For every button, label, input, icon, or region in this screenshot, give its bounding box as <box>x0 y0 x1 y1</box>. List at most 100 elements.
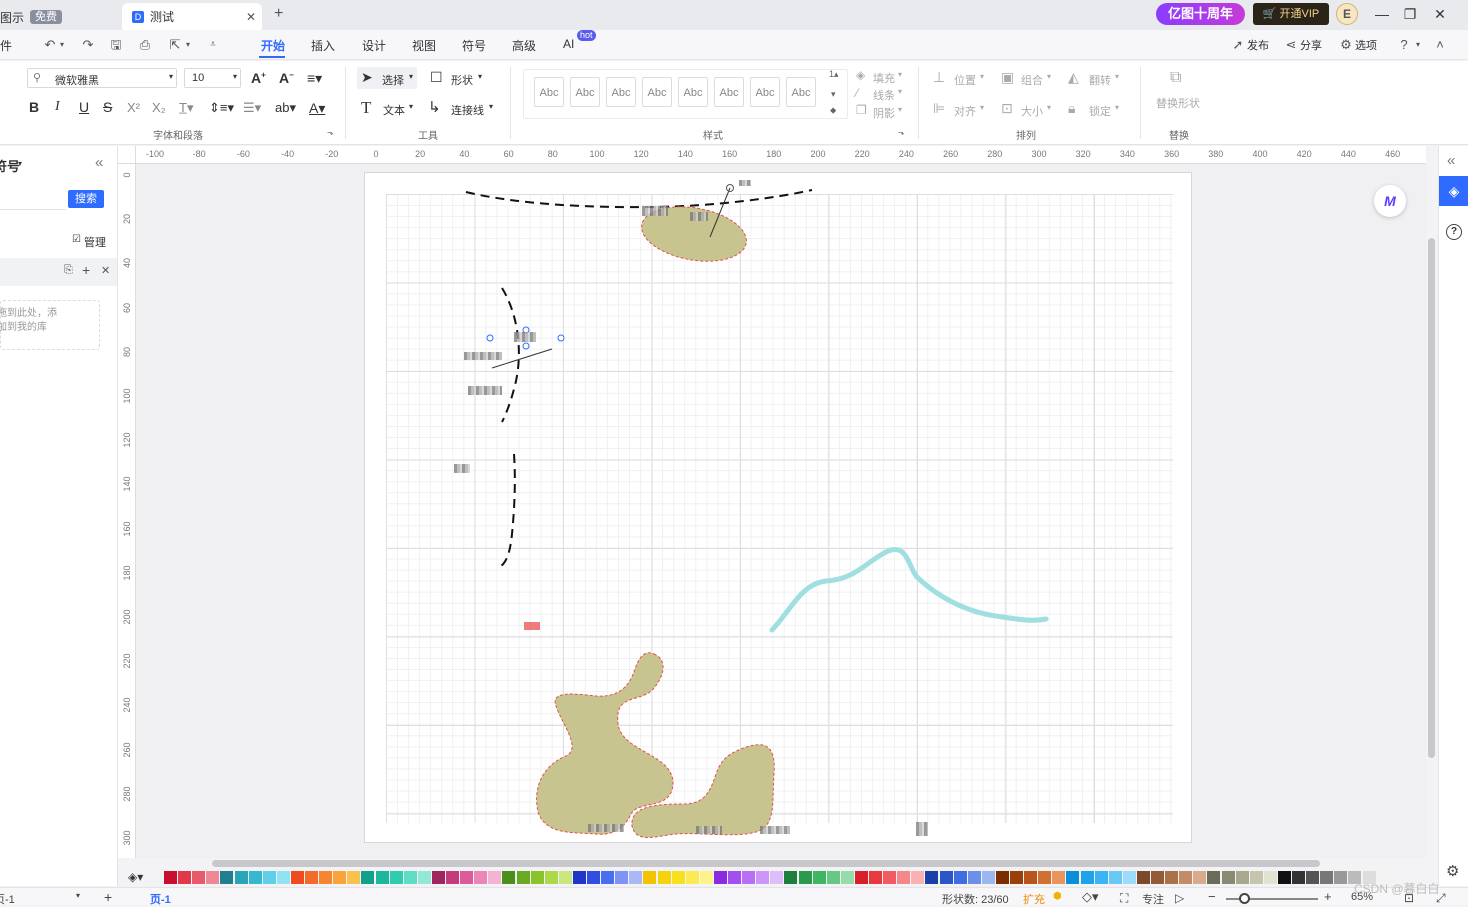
color-swatch[interactable] <box>319 871 333 884</box>
close-window-icon[interactable]: ✕ <box>1430 5 1450 23</box>
font-size-select[interactable]: 10 ▾ <box>184 68 241 88</box>
tab-active-document[interactable]: D 测试 ✕ <box>122 3 262 30</box>
color-swatch[interactable] <box>671 871 685 884</box>
text-tool-button[interactable]: 文本 <box>383 102 405 118</box>
customize-toolbar-icon[interactable]: ⩡ <box>205 37 221 53</box>
share-button[interactable]: 分享 <box>1300 37 1322 53</box>
color-swatch[interactable] <box>431 871 445 884</box>
color-swatch[interactable] <box>1249 871 1263 884</box>
color-swatch[interactable] <box>1179 871 1193 884</box>
color-swatch[interactable] <box>615 871 629 884</box>
color-swatch[interactable] <box>1122 871 1136 884</box>
color-swatch[interactable] <box>234 871 248 884</box>
color-swatch[interactable] <box>854 871 868 884</box>
dashed-road-left-upper[interactable] <box>501 287 520 423</box>
fill-button[interactable]: 填充 <box>873 70 895 86</box>
vip-button[interactable]: 🛒 开通VIP <box>1253 3 1329 25</box>
color-swatch[interactable] <box>699 871 713 884</box>
horizontal-scrollbar[interactable] <box>212 860 1320 867</box>
color-swatch[interactable] <box>290 871 304 884</box>
publish-button[interactable]: 发布 <box>1247 37 1269 53</box>
color-swatch[interactable] <box>869 871 882 884</box>
color-swatch[interactable] <box>389 871 403 884</box>
export-icon[interactable]: ⇱ <box>167 37 183 53</box>
style-preset-7[interactable]: Abc <box>750 77 780 107</box>
manage-button[interactable]: 管理 <box>84 234 106 250</box>
tab-home-document[interactable]: 图示 免费 <box>0 4 118 30</box>
print-icon[interactable]: ⎙ <box>137 37 153 53</box>
help-dropdown-icon[interactable]: ▾ <box>1414 37 1422 53</box>
style-preset-4[interactable]: Abc <box>642 77 672 107</box>
color-swatch[interactable] <box>1010 871 1023 884</box>
canvas-area[interactable] <box>136 164 1426 858</box>
color-swatch[interactable] <box>1235 871 1249 884</box>
zoom-in-icon[interactable]: + <box>1324 889 1332 904</box>
format-paint-icon[interactable]: ◈ <box>1439 176 1468 206</box>
color-swatch[interactable] <box>770 871 784 884</box>
color-swatch[interactable] <box>1320 871 1334 884</box>
color-swatch[interactable] <box>1221 871 1235 884</box>
color-swatch[interactable] <box>361 871 375 884</box>
color-swatch[interactable] <box>530 871 544 884</box>
list-icon[interactable]: ☰▾ <box>243 100 261 116</box>
undo-icon[interactable]: ↶ <box>42 37 58 53</box>
color-swatch[interactable] <box>1151 871 1164 884</box>
line-button[interactable]: 线条 <box>873 87 895 103</box>
color-swatch[interactable] <box>1038 871 1052 884</box>
color-swatch[interactable] <box>516 871 530 884</box>
color-swatch[interactable] <box>375 871 389 884</box>
tab-symbol[interactable]: 符号 <box>462 37 486 54</box>
chevron-down-icon[interactable]: ▾ <box>76 891 80 900</box>
style-preset-8[interactable]: Abc <box>786 77 816 107</box>
color-swatch[interactable] <box>164 871 177 884</box>
color-swatch[interactable] <box>502 871 516 884</box>
line-spacing-icon[interactable]: ⇕≡▾ <box>209 100 234 116</box>
import-library-icon[interactable]: ⎘ <box>64 264 73 277</box>
color-swatch[interactable] <box>276 871 290 884</box>
replace-shape-button[interactable]: 替换形状 <box>1156 95 1200 111</box>
style-preset-3[interactable]: Abc <box>606 77 636 107</box>
text-highlight-icon[interactable]: ab▾ <box>275 100 296 116</box>
color-swatch[interactable] <box>1207 871 1221 884</box>
color-swatch[interactable] <box>460 871 474 884</box>
color-swatch[interactable] <box>1306 871 1320 884</box>
style-preset-1[interactable]: Abc <box>534 77 564 107</box>
align-button[interactable]: 对齐 <box>954 103 976 119</box>
color-swatch[interactable] <box>657 871 671 884</box>
color-swatch[interactable] <box>925 871 939 884</box>
ai-assistant-icon[interactable]: M <box>1374 185 1406 217</box>
undo-dropdown-icon[interactable]: ▾ <box>58 37 66 53</box>
panel-title[interactable]: 符号 <box>0 156 20 175</box>
font-family-select[interactable]: ⚲ 微软雅黑 ▾ <box>27 68 177 88</box>
zoom-out-icon[interactable]: − <box>1208 889 1216 904</box>
subscript-icon[interactable]: X₂ <box>152 100 166 115</box>
color-swatch[interactable] <box>403 871 417 884</box>
flip-button[interactable]: 翻转 <box>1089 72 1111 88</box>
color-swatch[interactable] <box>713 871 727 884</box>
add-page-icon[interactable]: + <box>104 889 112 905</box>
avatar[interactable]: E <box>1336 3 1358 25</box>
tab-advanced[interactable]: 高级 <box>512 37 536 54</box>
color-swatch[interactable] <box>967 871 981 884</box>
superscript-icon[interactable]: X² <box>127 100 140 115</box>
style-preset-2[interactable]: Abc <box>570 77 600 107</box>
color-swatch[interactable] <box>544 871 558 884</box>
tab-view[interactable]: 视图 <box>412 37 436 54</box>
selection-handle-bottom[interactable] <box>522 342 530 350</box>
color-swatch[interactable] <box>220 871 234 884</box>
decrease-font-icon[interactable]: A− <box>279 70 294 86</box>
add-library-icon[interactable]: + <box>82 262 90 278</box>
restore-icon[interactable]: ❐ <box>1400 5 1420 23</box>
color-swatch[interactable] <box>601 871 615 884</box>
color-swatch[interactable] <box>897 871 911 884</box>
color-swatch[interactable] <box>981 871 995 884</box>
selection-handle-left[interactable] <box>486 334 494 342</box>
color-swatch[interactable] <box>206 871 220 884</box>
map-drawing[interactable] <box>136 164 1426 858</box>
close-library-icon[interactable]: ✕ <box>101 264 110 277</box>
color-swatch[interactable] <box>305 871 318 884</box>
size-button[interactable]: 大小 <box>1021 103 1043 119</box>
text-format-icon[interactable]: T̲▾ <box>179 100 193 116</box>
save-icon[interactable]: 🖫 <box>108 37 124 53</box>
strikethrough-icon[interactable]: S <box>103 99 112 115</box>
